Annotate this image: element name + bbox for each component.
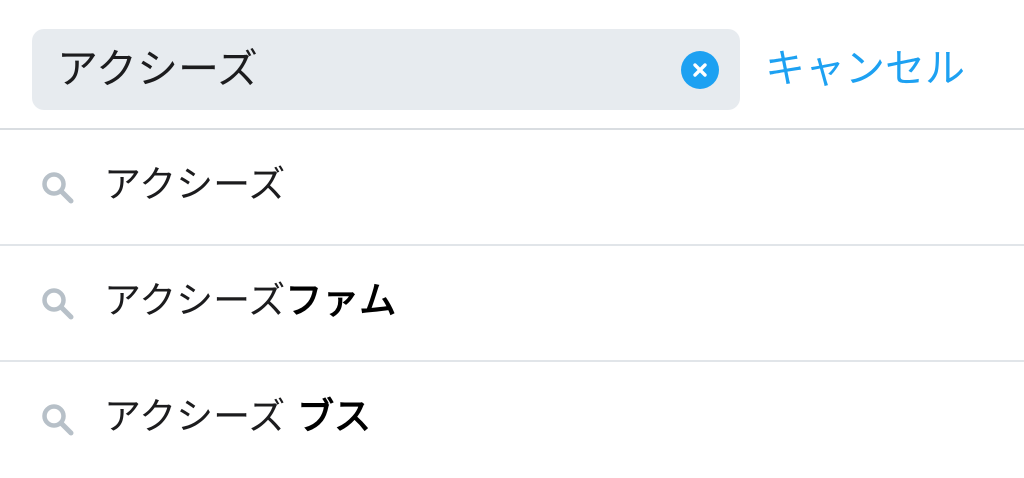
suggestion-label: アクシーズ: [104, 130, 285, 240]
suggestion-item[interactable]: アクシーズ ブス: [0, 362, 1024, 478]
clear-search-button[interactable]: [681, 51, 719, 89]
suggestion-query-part: アクシーズ: [104, 163, 286, 206]
search-icon: [42, 172, 74, 204]
suggestion-label: アクシーズ ブス: [104, 362, 371, 472]
cancel-button[interactable]: キャンセル: [765, 29, 965, 110]
suggestion-item[interactable]: アクシーズファム: [0, 246, 1024, 362]
suggestion-completion-part: ブス: [297, 395, 372, 438]
suggestion-completion-part: ファム: [285, 279, 397, 322]
suggestion-list: アクシーズ アクシーズファム アクシーズ ブス: [0, 130, 1024, 478]
search-input[interactable]: アクシーズ: [32, 29, 740, 110]
clear-x-icon: [693, 63, 707, 77]
search-icon: [42, 288, 74, 320]
search-query-text[interactable]: アクシーズ: [57, 29, 258, 110]
suggestion-label: アクシーズファム: [104, 246, 396, 356]
suggestion-item[interactable]: アクシーズ: [0, 130, 1024, 246]
suggestion-query-part: アクシーズ: [104, 279, 286, 322]
search-header: アクシーズ キャンセル: [0, 0, 1024, 130]
suggestion-query-part: アクシーズ: [104, 395, 298, 438]
search-icon: [42, 404, 74, 436]
